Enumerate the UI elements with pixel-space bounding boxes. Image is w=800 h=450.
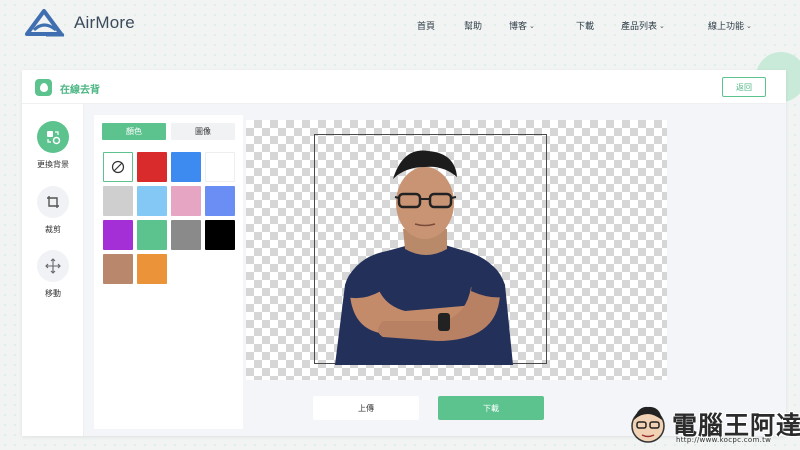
nav-label: 下載 [576, 22, 595, 32]
color-swatch[interactable] [103, 186, 133, 216]
nav-item-home[interactable]: 首頁 [417, 19, 435, 32]
color-swatch[interactable] [171, 186, 201, 216]
bg-remover-app: 在線去背 返回 更換背景 裁剪 移動 顏色 圖像 上傳 下載 [22, 70, 786, 436]
download-button[interactable]: 下載 [438, 396, 544, 420]
nav-item-download[interactable]: 下載 [576, 19, 594, 32]
no-color-icon [111, 160, 125, 174]
color-swatch[interactable] [205, 152, 235, 182]
color-swatch[interactable] [171, 152, 201, 182]
color-swatch[interactable] [137, 152, 167, 182]
color-swatch[interactable] [205, 220, 235, 250]
watermark-url: http://www.kocpc.com.tw [676, 436, 772, 444]
crop-frame[interactable] [314, 134, 547, 365]
color-swatch[interactable] [103, 220, 133, 250]
tab-color[interactable]: 顏色 [102, 123, 166, 140]
sidebar-item-move[interactable]: 移動 [22, 250, 84, 299]
color-swatch[interactable] [171, 220, 201, 250]
subject-image [335, 150, 513, 365]
sidebar-label: 更換背景 [37, 160, 69, 169]
nav-item-products[interactable]: 產品列表 ⌄ [621, 19, 665, 33]
color-swatch[interactable] [137, 186, 167, 216]
background-panel: 顏色 圖像 [94, 115, 243, 429]
sidebar-label: 移動 [45, 289, 61, 298]
nav-label: 幫助 [464, 22, 483, 32]
back-button[interactable]: 返回 [722, 77, 766, 97]
sidebar-item-crop[interactable]: 裁剪 [22, 186, 84, 235]
tab-image[interactable]: 圖像 [171, 123, 235, 140]
sidebar-label: 裁剪 [45, 225, 61, 234]
move-icon [37, 250, 69, 282]
tool-logo-icon [35, 79, 52, 96]
site-watermark: 電腦王阿達 http://www.kocpc.com.tw [628, 402, 800, 448]
image-canvas[interactable] [246, 120, 667, 380]
tool-title: 在線去背 [60, 85, 100, 96]
nav-item-help[interactable]: 幫助 [464, 19, 482, 32]
tool-topbar: 在線去背 返回 [22, 70, 786, 104]
nav-label: 線上功能 [708, 22, 745, 32]
tool-sidebar: 更換背景 裁剪 移動 [22, 104, 84, 436]
color-swatch[interactable] [205, 186, 235, 216]
chevron-down-icon: ⌄ [746, 21, 752, 30]
sidebar-item-change-background[interactable]: 更換背景 [22, 121, 84, 170]
chevron-down-icon: ⌄ [659, 21, 665, 30]
nav-label: 產品列表 [621, 22, 658, 32]
workspace: 更換背景 裁剪 移動 顏色 圖像 上傳 下載 [22, 104, 786, 436]
upload-button[interactable]: 上傳 [313, 396, 419, 420]
color-swatch[interactable] [137, 220, 167, 250]
crop-icon [37, 186, 69, 218]
change-background-icon [37, 121, 69, 153]
color-swatch[interactable] [103, 254, 133, 284]
nav-item-online-tools[interactable]: 線上功能 ⌄ [708, 19, 752, 33]
mascot-face-icon [631, 406, 665, 443]
swatch-none[interactable] [103, 152, 133, 182]
site-header: AirMore 首頁 幫助 博客 ⌄ 下載 產品列表 ⌄ 線上功能 ⌄ [0, 0, 800, 52]
nav-label: 博客 [509, 22, 528, 32]
color-swatch[interactable] [137, 254, 167, 284]
nav-label: 首頁 [417, 22, 436, 32]
nav-item-blog[interactable]: 博客 ⌄ [509, 19, 535, 33]
chevron-down-icon: ⌄ [529, 21, 535, 30]
main-nav: 首頁 幫助 博客 ⌄ 下載 產品列表 ⌄ 線上功能 ⌄ [0, 19, 800, 35]
